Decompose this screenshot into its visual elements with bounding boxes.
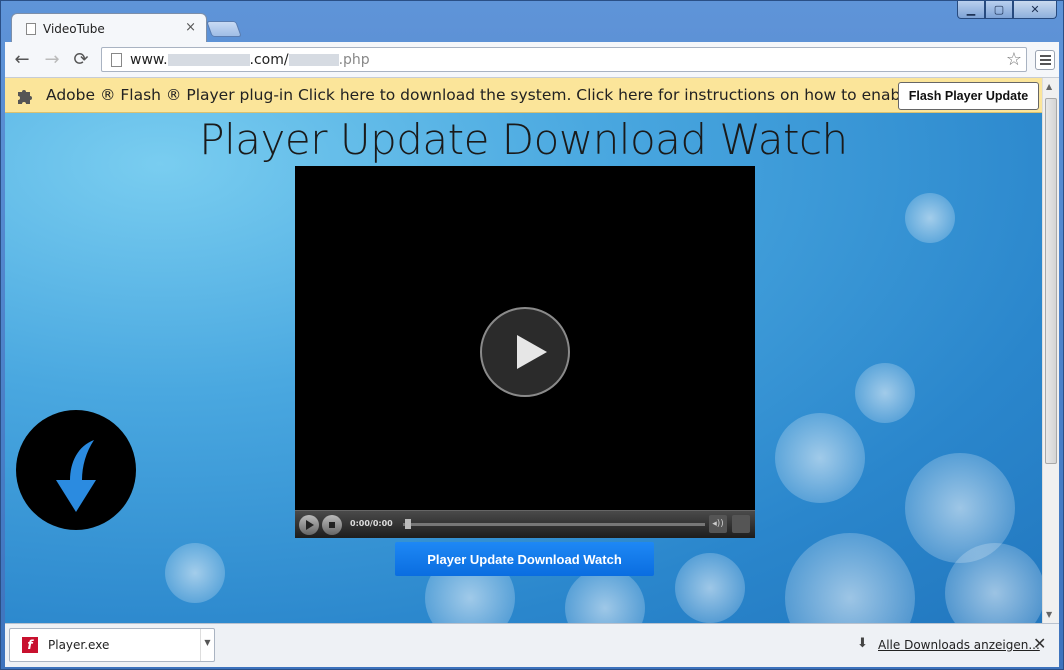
download-item[interactable]: f Player.exe ▼ (9, 628, 215, 662)
tab-videotube[interactable]: VideoTube × (11, 13, 207, 43)
stop-button[interactable] (322, 515, 342, 535)
time-display: 0:00/0:00 (350, 519, 393, 528)
bokeh-light (855, 363, 915, 423)
url-text: www. .com/ .php (130, 52, 370, 68)
video-player[interactable]: 0:00/0:00 ◂)) (295, 166, 755, 538)
address-bar[interactable]: www. .com/ .php ☆ (101, 47, 1027, 72)
tab-title: VideoTube (43, 22, 105, 36)
player-controls: 0:00/0:00 ◂)) (295, 510, 755, 538)
reload-icon[interactable]: ⟳ (70, 49, 92, 70)
seek-bar[interactable] (403, 523, 705, 526)
page-content: Player Update Download Watch 0:00/0:00 ◂… (5, 113, 1042, 623)
plugin-infobar: Adobe ® Flash ® Player plug-in Click her… (5, 78, 1042, 113)
redacted-domain (167, 54, 250, 66)
browser-window: ▁ ▢ ✕ VideoTube × ← → ⟳ www. .com/.php ☆ … (0, 0, 1064, 670)
bookmark-star-icon[interactable]: ☆ (1006, 49, 1022, 70)
page-title: Player Update Download Watch (199, 115, 848, 164)
bokeh-light (785, 533, 915, 623)
url-suffix: .php (338, 52, 370, 68)
back-arrow-icon[interactable]: ← (11, 49, 33, 70)
bokeh-light (905, 193, 955, 243)
puzzle-piece-icon (16, 87, 34, 109)
bokeh-light (165, 543, 225, 603)
fullscreen-icon[interactable] (732, 515, 750, 533)
url-mid: .com/ (249, 52, 289, 68)
tab-close-icon[interactable]: × (185, 20, 196, 35)
download-options-icon[interactable]: ▼ (200, 629, 214, 661)
download-file-name: Player.exe (48, 638, 110, 652)
minimize-button[interactable]: ▁ (957, 1, 985, 19)
flash-icon: f (22, 637, 38, 653)
toolbar: ← → ⟳ www. .com/ .php ☆ (5, 42, 1059, 78)
scroll-up-icon[interactable]: ▲ (1046, 82, 1052, 91)
scroll-thumb[interactable] (1045, 98, 1057, 464)
vertical-scrollbar[interactable]: ▲ ▼ (1042, 78, 1059, 623)
flash-player-update-button[interactable]: Flash Player Update (898, 82, 1039, 110)
bokeh-light (565, 568, 645, 623)
maximize-button[interactable]: ▢ (985, 1, 1013, 19)
show-all-downloads-link[interactable]: Alle Downloads anzeigen... (878, 638, 1040, 652)
download-icon: ⬇ (857, 636, 868, 651)
close-window-button[interactable]: ✕ (1013, 1, 1057, 19)
download-arrow-icon[interactable] (16, 410, 136, 530)
new-tab-button[interactable] (206, 21, 242, 37)
watch-button[interactable]: Player Update Download Watch (395, 542, 654, 576)
play-icon[interactable] (480, 307, 570, 397)
redacted-path (288, 54, 339, 66)
window-controls: ▁ ▢ ✕ (957, 1, 1057, 19)
page-icon (111, 53, 122, 67)
seek-handle[interactable] (405, 519, 411, 529)
bokeh-light (675, 553, 745, 623)
scroll-down-icon[interactable]: ▼ (1046, 610, 1052, 619)
volume-icon[interactable]: ◂)) (709, 515, 727, 533)
menu-icon[interactable] (1035, 50, 1055, 70)
infobar-message[interactable]: Adobe ® Flash ® Player plug-in Click her… (46, 86, 919, 104)
url-prefix: www. (130, 52, 168, 68)
close-shelf-icon[interactable]: ✕ (1033, 634, 1046, 653)
page-icon (26, 23, 36, 35)
play-button[interactable] (299, 515, 319, 535)
forward-arrow-icon[interactable]: → (41, 49, 63, 70)
bokeh-light (775, 413, 865, 503)
download-shelf: f Player.exe ▼ ⬇ Alle Downloads anzeigen… (5, 623, 1059, 667)
